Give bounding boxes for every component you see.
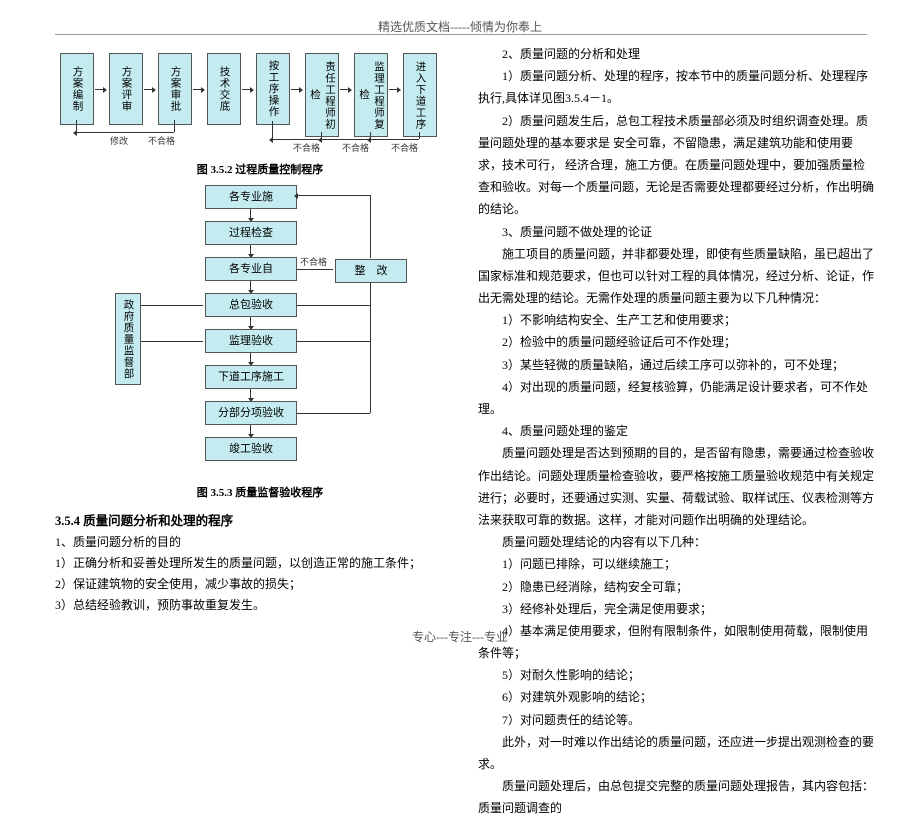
rule — [55, 34, 867, 35]
r-t1b: 2）质量问题发生后，总包工程技术质量部必须及时组织调查处理。质量问题处理的基本要… — [478, 110, 876, 221]
r-t2a4: 4）对出现的质量问题，经复核验算，仍能满足设计要求者，可不作处理。 — [478, 376, 876, 420]
r-t3a: 质量问题处理是否达到预期的目的，是否留有隐患，需要通过检查验收作出结论。问题处理… — [478, 442, 876, 531]
left-p1a: 1）正确分析和妥善处理所发生的质量问题，以创造正常的施工条件； — [55, 554, 465, 571]
r-t2a: 施工项目的质量问题，并非都要处理，即使有些质量缺陷，虽已超出了国家标准和规范要求… — [478, 243, 876, 310]
fig352-box-7: 监理工程师复检 — [354, 53, 388, 137]
label-modify: 修改 — [110, 134, 128, 147]
left-p1c: 3）总结经验教训，预防事故重复发生。 — [55, 596, 465, 613]
figure-3-5-2: 方案编制 方案评审 方案审批 技术交底 按工序操作 责任工程师初检 监理工程师复… — [55, 45, 465, 155]
fig352-box-6: 责任工程师初检 — [305, 53, 339, 137]
fig353-step-7: 分部分项验收 — [205, 401, 297, 425]
fig353-step-5: 监理验收 — [205, 329, 297, 353]
r-t3d: 质量问题处理后，由总包提交完整的质量问题处理报告，其内容包括：质量问题调查的 — [478, 775, 876, 819]
fig352-caption: 图 3.5.2 过程质量控制程序 — [55, 161, 465, 177]
fig353-step-3: 各专业自 — [205, 257, 297, 281]
left-p1b: 2）保证建筑物的安全使用，减少事故的损失； — [55, 575, 465, 592]
label-bad-3: 不合格 — [342, 141, 369, 154]
label-bad-2: 不合格 — [293, 141, 320, 154]
fig353-step-2: 过程检查 — [205, 221, 297, 245]
figure-3-5-3: 各专业施 过程检查 各专业自 总包验收 监理验收 下道工序施工 分部分项验收 竣… — [95, 183, 435, 478]
r-t3c: 此外，对一时难以作出结论的质量问题，还应进一步提出观测检查的要求。 — [478, 731, 876, 775]
r-t3b: 质量问题处理结论的内容有以下几种： — [478, 531, 876, 553]
fig353-step-1: 各专业施 — [205, 185, 297, 209]
label-bad-1: 不合格 — [148, 134, 175, 147]
r-t3b5: 5）对耐久性影响的结论； — [478, 664, 876, 686]
fig353-bad: 不合格 — [300, 255, 327, 268]
fig352-box-5: 按工序操作 — [256, 53, 290, 125]
fig353-step-8: 竣工验收 — [205, 437, 297, 461]
fig352-box-4: 技术交底 — [207, 53, 241, 125]
r-t2a3: 3）某些轻微的质量缺陷，通过后续工序可以弥补的，可不处理； — [478, 354, 876, 376]
fig353-step-6: 下道工序施工 — [205, 365, 297, 389]
fig352-box-1: 方案编制 — [60, 53, 94, 125]
r-t3b2: 2）隐患已经消除，结构安全可靠； — [478, 576, 876, 598]
left-column: 方案编制 方案评审 方案审批 技术交底 按工序操作 责任工程师初检 监理工程师复… — [55, 45, 465, 613]
fig352-box-2: 方案评审 — [109, 53, 143, 125]
r-t3b1: 1）问题已排除，可以继续施工； — [478, 553, 876, 575]
left-p1: 1、质量问题分析的目的 — [55, 533, 465, 550]
fig353-caption: 图 3.5.3 质量监督验收程序 — [55, 484, 465, 500]
fig352-box-3: 方案审批 — [158, 53, 192, 125]
fig353-side: 政府质量监督部 — [115, 293, 141, 385]
r-t1: 2、质量问题的分析和处理 — [478, 43, 876, 65]
fig353-step-4: 总包验收 — [205, 293, 297, 317]
fig353-rework: 整 改 — [335, 259, 407, 283]
r-t3b3: 3）经修补处理后，完全满足使用要求； — [478, 598, 876, 620]
right-column: 2、质量问题的分析和处理 1）质量问题分析、处理的程序，按本节中的质量问题分析、… — [478, 43, 876, 820]
r-t2: 3、质量问题不做处理的论证 — [478, 221, 876, 243]
label-bad-4: 不合格 — [391, 141, 418, 154]
r-t3b6: 6）对建筑外观影响的结论； — [478, 686, 876, 708]
sec-354-title: 3.5.4 质量问题分析和处理的程序 — [55, 510, 465, 529]
doc-header: 精选优质文档-----倾情为你奉上 — [0, 18, 920, 35]
doc-footer: 专心---专注---专业 — [0, 628, 920, 645]
r-t3: 4、质量问题处理的鉴定 — [478, 420, 876, 442]
r-t2a2: 2）检验中的质量问题经验证后可不作处理； — [478, 331, 876, 353]
fig352-box-8: 进入下道工序 — [403, 53, 437, 137]
r-t1a: 1）质量问题分析、处理的程序，按本节中的质量问题分析、处理程序执行,具体详见图3… — [478, 65, 876, 109]
r-t2a1: 1）不影响结构安全、生产工艺和使用要求； — [478, 309, 876, 331]
r-t3b7: 7）对问题责任的结论等。 — [478, 709, 876, 731]
